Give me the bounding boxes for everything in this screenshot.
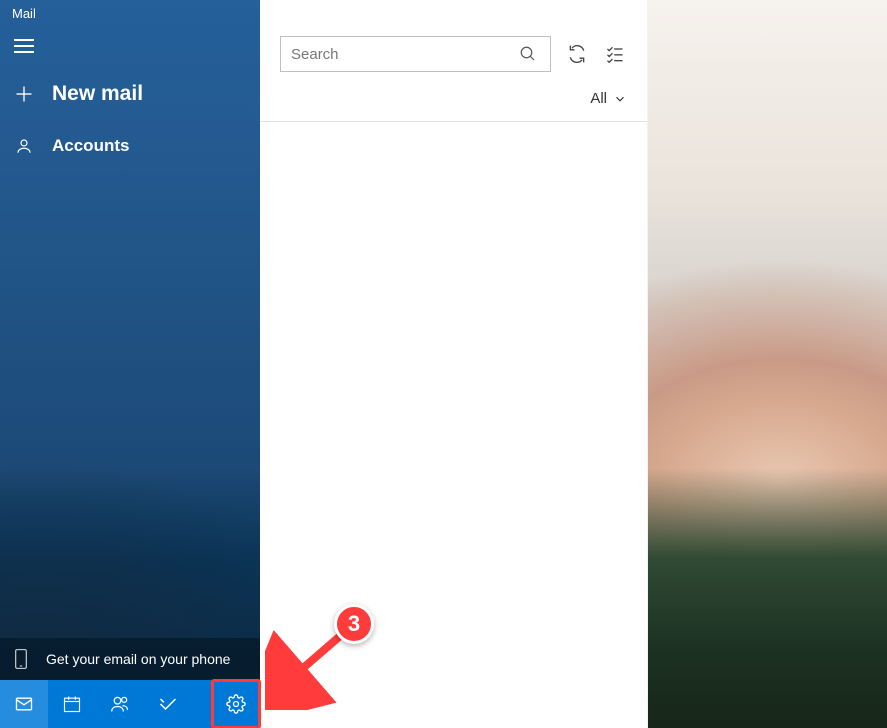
select-mode-icon[interactable] xyxy=(603,42,627,66)
bottom-bar xyxy=(0,680,260,728)
hamburger-icon xyxy=(14,39,34,53)
people-icon xyxy=(110,694,130,714)
message-list-pane: All xyxy=(260,0,648,728)
plus-icon xyxy=(14,84,34,104)
phone-promo-label: Get your email on your phone xyxy=(46,651,230,667)
hamburger-button[interactable] xyxy=(0,25,260,68)
reading-pane xyxy=(648,0,887,728)
list-header xyxy=(260,0,647,84)
checkmark-icon xyxy=(158,694,178,714)
gear-icon xyxy=(226,694,246,714)
mail-tab[interactable] xyxy=(0,680,48,728)
calendar-icon xyxy=(62,694,82,714)
chevron-down-icon xyxy=(613,92,627,106)
phone-promo[interactable]: Get your email on your phone xyxy=(0,638,260,680)
person-icon xyxy=(14,137,34,155)
filter-label: All xyxy=(590,90,607,107)
sidebar-decor xyxy=(0,378,260,638)
accounts-label: Accounts xyxy=(52,136,129,156)
phone-icon xyxy=(14,648,28,670)
search-input[interactable] xyxy=(291,46,516,63)
app-title: Mail xyxy=(0,0,260,25)
new-mail-button[interactable]: New mail xyxy=(0,68,260,124)
mail-icon xyxy=(14,694,34,714)
sidebar: Mail New mail Accounts Get your email on… xyxy=(0,0,260,728)
sync-icon[interactable] xyxy=(565,42,589,66)
calendar-tab[interactable] xyxy=(48,680,96,728)
people-tab[interactable] xyxy=(96,680,144,728)
settings-button[interactable] xyxy=(212,680,260,728)
search-box[interactable] xyxy=(280,36,551,72)
filter-dropdown[interactable]: All xyxy=(260,84,647,122)
accounts-button[interactable]: Accounts xyxy=(0,124,260,168)
search-icon[interactable] xyxy=(516,42,540,66)
new-mail-label: New mail xyxy=(52,82,143,106)
todo-tab[interactable] xyxy=(144,680,192,728)
